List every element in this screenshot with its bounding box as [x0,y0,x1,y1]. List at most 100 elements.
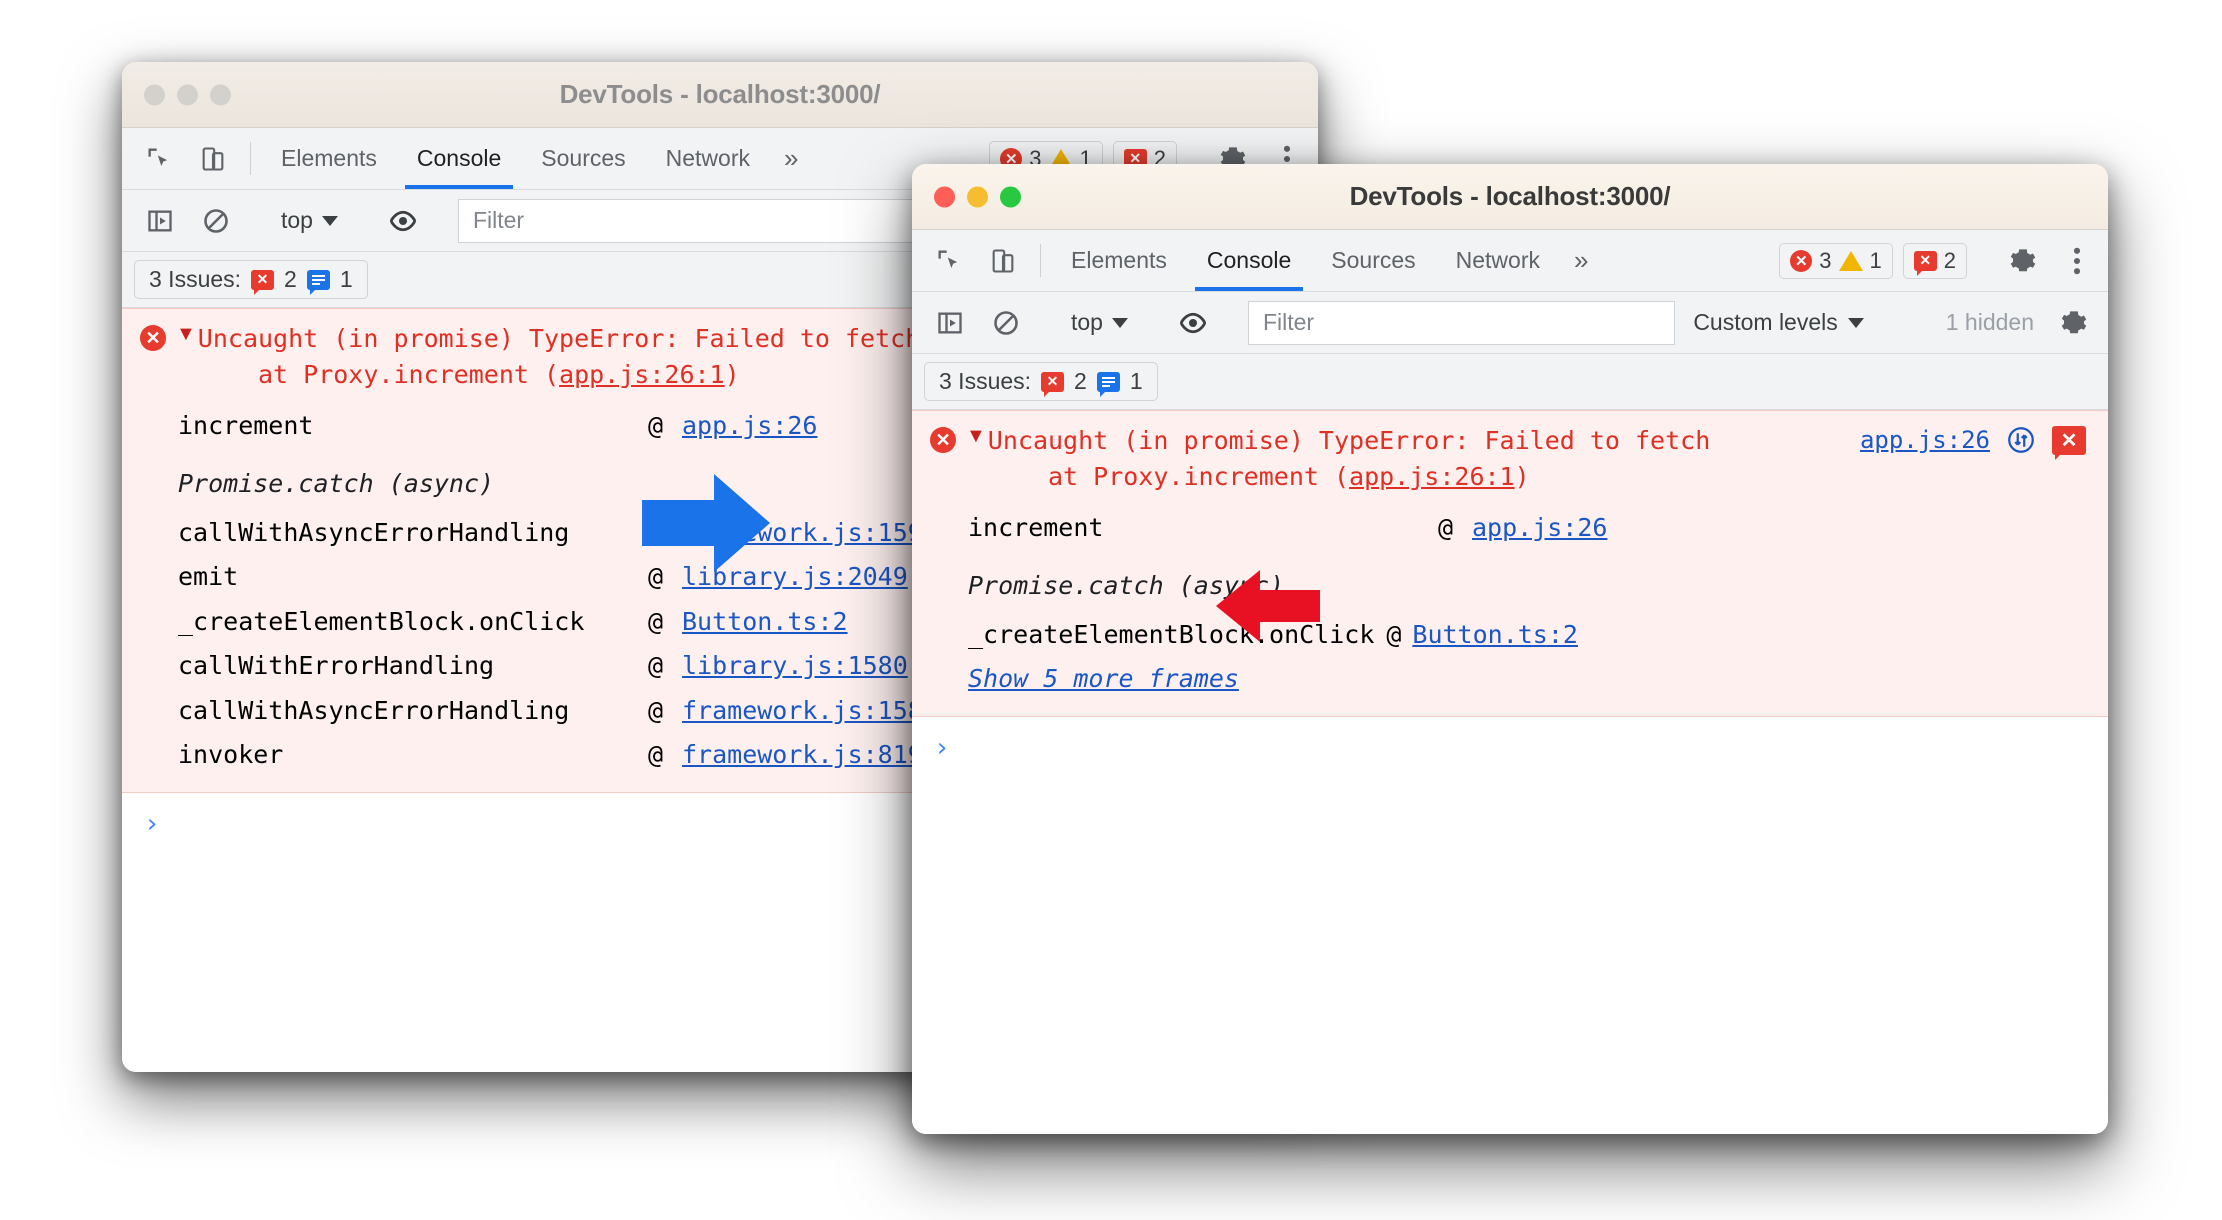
gear-icon[interactable] [2052,309,2096,337]
frame-link[interactable]: Button.ts:2 [682,600,848,645]
console-sidebar-icon[interactable] [134,198,186,244]
clear-console-icon[interactable] [980,300,1032,346]
console-error-message[interactable]: ✕ ▼ Uncaught (in promise) TypeError: Fai… [912,410,2108,717]
stack-frame-row[interactable]: emit @ library.js:2049 [178,555,938,600]
zoom-button[interactable] [1000,186,1021,207]
stack-frame-row[interactable]: callWithAsyncErrorHandling @ framework.j… [178,511,938,556]
stack-frame-row[interactable]: callWithErrorHandling @ library.js:1580 [178,644,938,689]
error-source-link[interactable]: app.js:26:1 [559,360,725,389]
front-tabbar-right: ✕ 3 1 ✕ 2 [1779,230,2108,291]
minimize-button[interactable] [967,186,988,207]
tab-console[interactable]: Console [1187,230,1311,291]
tab-network[interactable]: Network [1436,230,1560,291]
front-window-title: DevTools - localhost:3000/ [1349,181,1671,211]
tab-network[interactable]: Network [646,128,770,189]
tab-label: Console [1206,247,1292,273]
front-devtools-window[interactable]: DevTools - localhost:3000/ Elements Cons… [912,164,2108,1134]
more-tabs-icon[interactable]: » [1560,230,1602,291]
async-label: Promise.catch (async) [178,469,495,498]
tab-label: Network [665,145,750,171]
warning-triangle-icon [1838,250,1863,271]
issue-count: 2 [284,266,297,292]
gear-icon[interactable] [1996,247,2050,275]
show-more-frames-row[interactable]: Show 5 more frames [968,657,1607,702]
log-level-label: Custom levels [1693,309,1838,335]
minimize-button[interactable] [177,84,198,105]
stack-frame-row[interactable]: _createElementBlock.onClick @ Button.ts:… [178,600,938,645]
stack-frames: increment @ app.js:26 Promise.catch (asy… [912,496,2108,702]
error-circle-icon: ✕ [1790,249,1813,272]
inspect-element-icon[interactable] [922,230,976,291]
issue-error-icon[interactable]: ✕ [2052,425,2086,460]
disclosure-triangle-icon[interactable]: ▼ [176,323,196,346]
error-line-2-prefix: at Proxy.increment ( [987,462,1350,492]
issue-count: 2 [1943,247,1956,273]
prompt-caret-icon: › [934,732,950,763]
stack-frame-row[interactable]: increment @ app.js:26 [968,506,1607,551]
front-tab-list[interactable]: Elements Console Sources Network » [1051,230,1602,291]
stack-frame-row[interactable]: increment @ app.js:26 [178,404,938,449]
three-dot-menu-icon[interactable] [2060,247,2094,275]
frame-function: callWithAsyncErrorHandling [178,517,570,547]
inspect-element-icon[interactable] [132,128,186,189]
more-tabs-icon[interactable]: » [770,128,812,189]
frame-function: increment [178,410,314,440]
frame-link[interactable]: library.js:1580 [682,644,908,689]
execution-context-selector[interactable]: top [1061,309,1138,336]
search-input[interactable]: Filter [1247,300,1676,345]
device-toolbar-icon[interactable] [186,128,240,189]
clear-console-icon[interactable] [190,198,242,244]
show-more-frames-link[interactable]: Show 5 more frames [968,657,1239,702]
close-button[interactable] [144,84,165,105]
stack-frame-row[interactable]: invoker @ framework.js:8198 [178,733,938,778]
front-traffic-lights[interactable] [934,186,1021,207]
context-label: top [1071,309,1103,335]
live-expression-icon[interactable] [1167,300,1219,346]
error-line-1: Uncaught (in promise) TypeError: Failed … [197,324,921,353]
execution-context-selector[interactable]: top [271,207,348,234]
close-button[interactable] [934,186,955,207]
network-request-icon[interactable] [2006,425,2036,455]
issue-error-icon: ✕ [1913,250,1937,276]
error-row-right-controls: app.js:26 ✕ [1860,425,2086,460]
info-count: 1 [339,266,353,292]
tab-label: Elements [1071,247,1167,273]
frame-link[interactable]: framework.js:8198 [682,733,938,778]
live-expression-icon[interactable] [377,198,429,244]
stack-frame-row[interactable]: callWithAsyncErrorHandling @ framework.j… [178,689,938,734]
frame-at: @ [1386,619,1402,649]
error-line-2-suffix: ) [724,360,740,390]
tab-console[interactable]: Console [397,128,521,189]
issue-count: 2 [1074,368,1087,394]
log-level-selector[interactable]: Custom levels [1679,309,1877,336]
disclosure-triangle-icon[interactable]: ▼ [966,425,986,448]
issue-info-icon [306,269,330,295]
error-warning-counter[interactable]: ✕ 3 1 [1779,242,1893,279]
issues-summary-button[interactable]: 3 Issues: ✕ 2 1 [924,362,1158,401]
error-circle-icon: ✕ [140,325,166,351]
tab-elements[interactable]: Elements [261,128,397,189]
back-window-titlebar: DevTools - localhost:3000/ [122,62,1318,128]
frame-link[interactable]: Button.ts:2 [1412,613,1578,658]
tab-sources[interactable]: Sources [1311,230,1435,291]
frame-link[interactable]: app.js:26 [1472,506,1607,551]
tab-sources[interactable]: Sources [521,128,645,189]
console-prompt[interactable]: › [912,717,2108,779]
hidden-messages-count[interactable]: 1 hidden [1932,309,2048,336]
frame-link[interactable]: app.js:26 [682,404,817,449]
console-sidebar-icon[interactable] [924,300,976,346]
issues-summary-button[interactable]: 3 Issues: ✕ 2 1 [134,260,368,299]
toolbar-divider [1040,244,1041,277]
tab-elements[interactable]: Elements [1051,230,1187,291]
message-source-link[interactable]: app.js:26 [1860,426,1990,454]
back-traffic-lights[interactable] [144,84,231,105]
error-line-2-prefix: at Proxy.increment ( [197,360,560,390]
issues-counter[interactable]: ✕ 2 [1902,242,1967,279]
frame-at: @ [648,606,664,636]
back-tab-list[interactable]: Elements Console Sources Network » [261,128,812,189]
frame-link[interactable]: framework.js:1588 [682,689,938,734]
error-source-link[interactable]: app.js:26:1 [1349,462,1515,491]
device-toolbar-icon[interactable] [976,230,1030,291]
zoom-button[interactable] [210,84,231,105]
frame-at: @ [648,740,664,769]
